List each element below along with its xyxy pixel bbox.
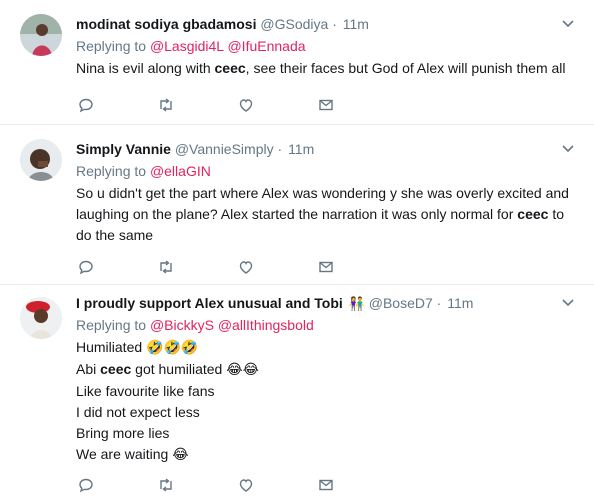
text-line: I did not expect less	[76, 404, 200, 420]
text-line: Like favourite like fans	[76, 383, 215, 399]
tweet-2[interactable]: Simply Vannie @VannieSimply · 11m Replyi…	[0, 125, 594, 285]
envelope-icon[interactable]	[316, 95, 336, 115]
text-line: laughing on the plane? Alex started the …	[76, 206, 565, 222]
user-fullname[interactable]: I proudly support Alex unusual and Tobi	[76, 295, 343, 311]
replying-to: Replying to @BickkyS @allIthingsbold	[76, 317, 314, 333]
text-line: do the same	[76, 227, 154, 243]
tweet-feed: modinat sodiya gbadamosi @GSodiya · 11m …	[0, 0, 594, 503]
heart-icon[interactable]	[236, 95, 256, 115]
text-line: Nina is evil along with ceec, see their …	[76, 60, 566, 76]
user-handle[interactable]: @GSodiya	[260, 16, 328, 32]
tweet-actions	[76, 257, 356, 277]
replying-to: Replying to @Lasgidi4L @IfuEnnada	[76, 38, 306, 54]
text-line: Abi ceec got humiliated 😂😂	[76, 361, 259, 378]
timestamp[interactable]: 11m	[288, 141, 314, 157]
heart-icon[interactable]	[236, 475, 256, 495]
timestamp[interactable]: 11m	[447, 295, 473, 311]
separator: ·	[332, 16, 337, 32]
tweet-text: Humiliated 🤣🤣🤣 Abi ceec got humiliated 😂…	[76, 337, 578, 466]
mention-link[interactable]: @allIthingsbold	[218, 317, 314, 333]
user-handle[interactable]: @BoseD7	[369, 295, 433, 311]
reply-icon[interactable]	[76, 475, 96, 495]
separator: ·	[436, 295, 442, 311]
tweet-header: Simply Vannie @VannieSimply · 11m	[76, 139, 578, 159]
reply-icon[interactable]	[76, 95, 96, 115]
text-line: We are waiting 😂	[76, 446, 189, 463]
user-fullname[interactable]: modinat sodiya gbadamosi	[76, 16, 256, 32]
mention-link[interactable]: @BickkyS	[150, 317, 214, 333]
user-handle[interactable]: @VannieSimply	[175, 141, 274, 157]
heart-icon[interactable]	[236, 257, 256, 277]
separator: ·	[277, 141, 283, 157]
envelope-icon[interactable]	[316, 475, 336, 495]
text-line: So u didn't get the part where Alex was …	[76, 185, 569, 201]
tweet-header: I proudly support Alex unusual and Tobi …	[76, 293, 578, 313]
timestamp[interactable]: 11m	[343, 16, 369, 32]
text-line: Humiliated 🤣🤣🤣	[76, 339, 199, 356]
joy-emoji-icon: 😂😂	[226, 362, 259, 378]
tweet-3[interactable]: I proudly support Alex unusual and Tobi …	[0, 285, 594, 503]
tweet-text: Nina is evil along with ceec, see their …	[76, 58, 578, 79]
retweet-icon[interactable]	[156, 257, 176, 277]
rofl-emoji-icon: 🤣🤣🤣	[146, 340, 199, 356]
tweet-1[interactable]: modinat sodiya gbadamosi @GSodiya · 11m …	[0, 0, 594, 125]
retweet-icon[interactable]	[156, 95, 176, 115]
reply-icon[interactable]	[76, 257, 96, 277]
avatar[interactable]	[20, 139, 62, 181]
tweet-header: modinat sodiya gbadamosi @GSodiya · 11m	[76, 14, 578, 34]
mention-link[interactable]: @ellaGIN	[150, 163, 211, 179]
text-line: Bring more lies	[76, 425, 170, 441]
tweet-actions	[76, 95, 356, 115]
couple-emoji-icon: 👫	[348, 297, 365, 312]
mention-link[interactable]: @Lasgidi4L	[150, 38, 224, 54]
chevron-down-icon[interactable]	[558, 14, 578, 34]
chevron-down-icon[interactable]	[558, 293, 578, 313]
replying-to: Replying to @ellaGIN	[76, 163, 211, 179]
joy-emoji-icon: 😂	[172, 447, 189, 463]
tweet-text: So u didn't get the part where Alex was …	[76, 183, 578, 246]
avatar[interactable]	[20, 14, 62, 56]
chevron-down-icon[interactable]	[558, 139, 578, 159]
avatar[interactable]	[20, 297, 62, 339]
mention-link[interactable]: @IfuEnnada	[227, 38, 305, 54]
retweet-icon[interactable]	[156, 475, 176, 495]
envelope-icon[interactable]	[316, 257, 336, 277]
tweet-actions	[76, 475, 356, 495]
user-fullname[interactable]: Simply Vannie	[76, 141, 171, 157]
